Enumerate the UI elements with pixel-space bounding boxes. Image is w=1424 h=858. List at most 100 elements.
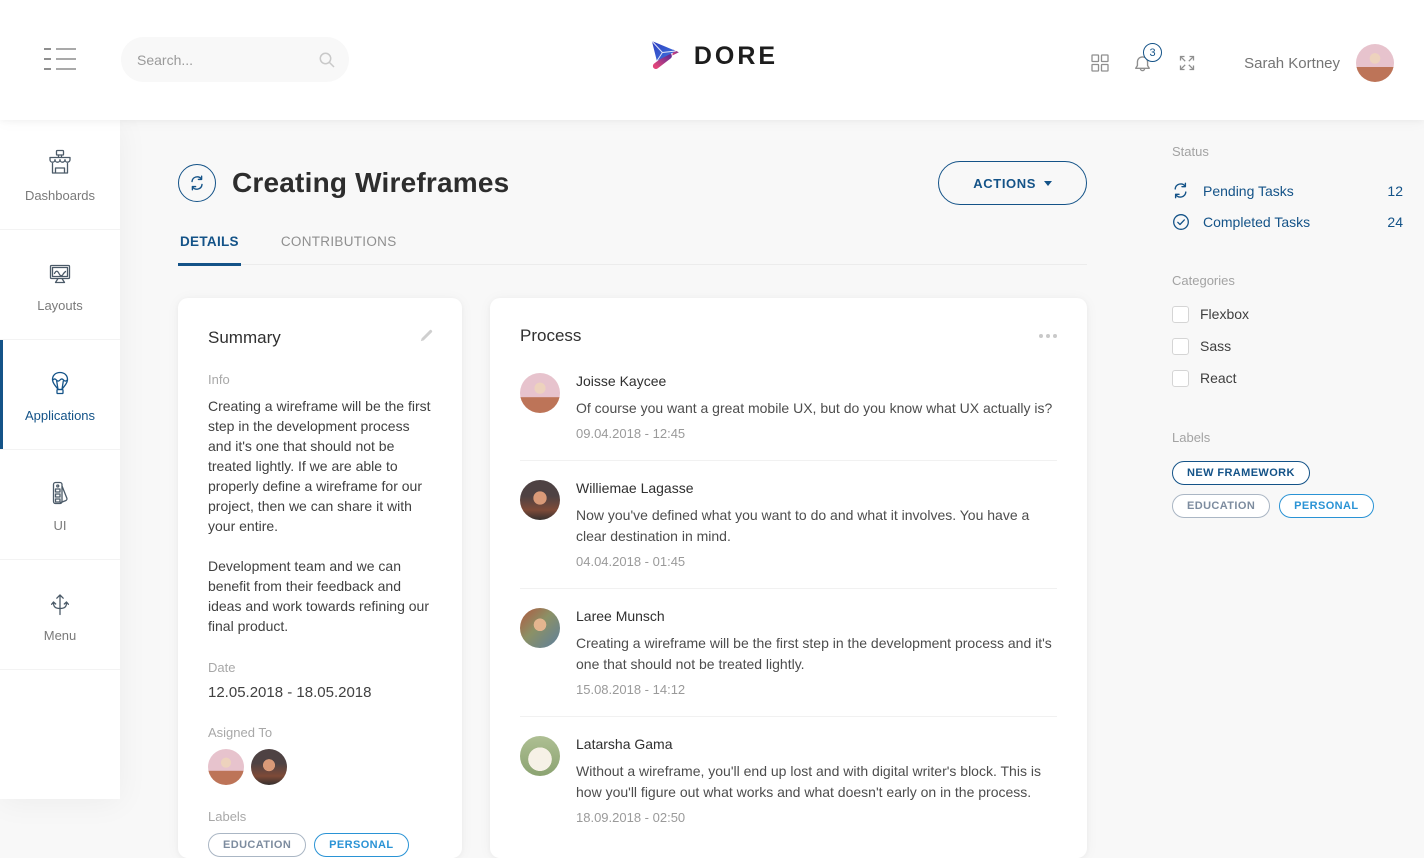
sidebar-item-applications[interactable]: Applications <box>0 340 120 450</box>
trident-arrows-icon <box>44 587 76 619</box>
app-logo[interactable]: DORE <box>646 38 778 74</box>
sidebar-item-label: Applications <box>25 408 95 423</box>
process-entry: Latarsha Gama Without a wireframe, you'l… <box>520 717 1057 844</box>
notifications-bell-icon[interactable]: 3 <box>1133 54 1152 72</box>
entry-avatar[interactable] <box>520 736 560 776</box>
notification-count-badge: 3 <box>1143 43 1162 62</box>
entry-date: 15.08.2018 - 14:12 <box>576 682 1057 697</box>
entry-author: Latarsha Gama <box>576 736 1057 752</box>
search-input[interactable] <box>137 52 318 68</box>
entry-message: Creating a wireframe will be the first s… <box>576 633 1057 675</box>
category-label: Flexbox <box>1200 306 1249 322</box>
info-paragraph: Creating a wireframe will be the first s… <box>208 396 432 536</box>
sidebar-item-layouts[interactable]: Layouts <box>0 230 120 340</box>
entry-message: Now you've defined what you want to do a… <box>576 505 1057 547</box>
process-entries: Joisse Kaycee Of course you want a great… <box>520 354 1057 844</box>
fullscreen-icon[interactable] <box>1178 54 1196 72</box>
process-card-title: Process <box>520 326 581 346</box>
assignee-avatars <box>208 749 432 785</box>
info-paragraph: Development team and we can benefit from… <box>208 556 432 636</box>
color-swatches-icon <box>44 477 76 509</box>
entry-avatar[interactable] <box>520 480 560 520</box>
status-section-label: Status <box>1172 144 1403 159</box>
apps-grid-icon[interactable] <box>1091 54 1109 72</box>
tab-bar: DETAILS CONTRIBUTIONS <box>178 234 1087 265</box>
label-badge[interactable]: NEW FRAMEWORK <box>1172 461 1310 485</box>
category-label: React <box>1200 370 1237 386</box>
sidebar-item-ui[interactable]: UI <box>0 450 120 560</box>
date-label: Date <box>208 660 432 675</box>
checkbox-unchecked[interactable] <box>1172 338 1189 355</box>
sidebar-item-label: Layouts <box>37 298 83 313</box>
summary-label-badges: EDUCATION PERSONAL <box>208 833 432 857</box>
process-entry: Joisse Kaycee Of course you want a great… <box>520 354 1057 461</box>
process-entry: Williemae Lagasse Now you've defined wha… <box>520 461 1057 589</box>
status-label: Pending Tasks <box>1203 183 1387 199</box>
sidebar-item-dashboards[interactable]: Dashboards <box>0 120 120 230</box>
category-label: Sass <box>1200 338 1231 354</box>
sidebar-item-label: UI <box>54 518 67 533</box>
status-value: 24 <box>1387 214 1403 230</box>
sidebar-item-label: Menu <box>44 628 77 643</box>
tab-details[interactable]: DETAILS <box>178 234 241 266</box>
top-header: DORE 3 Sarah Kortney <box>0 0 1424 120</box>
hot-air-balloon-icon <box>44 367 76 399</box>
logo-gem-icon <box>646 38 684 74</box>
main-content: Creating Wireframes ACTIONS DETAILS CONT… <box>178 120 1087 858</box>
label-badge[interactable]: EDUCATION <box>208 833 306 857</box>
date-value: 12.05.2018 - 18.05.2018 <box>208 684 432 701</box>
search-icon[interactable] <box>318 51 336 69</box>
edit-pencil-icon[interactable] <box>419 328 434 343</box>
status-row-pending[interactable]: Pending Tasks 12 <box>1172 175 1403 206</box>
label-badge[interactable]: EDUCATION <box>1172 494 1270 518</box>
entry-date: 04.04.2018 - 01:45 <box>576 554 1057 569</box>
label-badge[interactable]: PERSONAL <box>314 833 408 857</box>
status-row-completed[interactable]: Completed Tasks 24 <box>1172 206 1403 237</box>
sidebar-toggle-icon[interactable] <box>44 46 78 72</box>
entry-message: Of course you want a great mobile UX, bu… <box>576 398 1052 419</box>
refresh-icon[interactable] <box>178 164 216 202</box>
more-options-icon[interactable] <box>1039 330 1057 342</box>
right-panel: Status Pending Tasks 12 Completed Tasks … <box>1172 120 1403 518</box>
tab-contributions[interactable]: CONTRIBUTIONS <box>279 234 399 264</box>
checkbox-unchecked[interactable] <box>1172 306 1189 323</box>
chevron-down-icon <box>1044 181 1052 186</box>
entry-avatar[interactable] <box>520 373 560 413</box>
labels-label: Labels <box>208 809 432 824</box>
monitor-icon <box>44 257 76 289</box>
panel-label-badges: NEW FRAMEWORK EDUCATION PERSONAL <box>1172 461 1403 518</box>
search-bar[interactable] <box>121 37 349 82</box>
entry-author: Laree Munsch <box>576 608 1057 624</box>
status-value: 12 <box>1387 183 1403 199</box>
logo-text: DORE <box>694 42 778 71</box>
storefront-icon <box>44 147 76 179</box>
actions-button-label: ACTIONS <box>973 176 1036 191</box>
user-name[interactable]: Sarah Kortney <box>1244 55 1340 72</box>
entry-message: Without a wireframe, you'll end up lost … <box>576 761 1057 803</box>
category-row[interactable]: React <box>1172 362 1403 394</box>
category-row[interactable]: Flexbox <box>1172 298 1403 330</box>
summary-card-title: Summary <box>208 328 432 348</box>
user-avatar[interactable] <box>1356 44 1394 82</box>
pending-sync-icon <box>1172 182 1191 199</box>
page-title: Creating Wireframes <box>232 167 509 199</box>
assigned-label: Asigned To <box>208 725 432 740</box>
label-badge[interactable]: PERSONAL <box>1279 494 1373 518</box>
status-label: Completed Tasks <box>1203 214 1387 230</box>
left-sidebar: Dashboards Layouts Applications <box>0 120 120 799</box>
summary-card: Summary Info Creating a wireframe will b… <box>178 298 462 858</box>
assignee-avatar[interactable] <box>251 749 287 785</box>
actions-dropdown-button[interactable]: ACTIONS <box>938 161 1087 205</box>
entry-date: 18.09.2018 - 02:50 <box>576 810 1057 825</box>
category-row[interactable]: Sass <box>1172 330 1403 362</box>
entry-date: 09.04.2018 - 12:45 <box>576 426 1052 441</box>
categories-section-label: Categories <box>1172 273 1403 288</box>
check-circle-icon <box>1172 213 1191 231</box>
checkbox-unchecked[interactable] <box>1172 370 1189 387</box>
entry-author: Joisse Kaycee <box>576 373 1052 389</box>
category-checkboxes: Flexbox Sass React <box>1172 298 1403 394</box>
info-label: Info <box>208 372 432 387</box>
assignee-avatar[interactable] <box>208 749 244 785</box>
entry-avatar[interactable] <box>520 608 560 648</box>
sidebar-item-menu[interactable]: Menu <box>0 560 120 670</box>
